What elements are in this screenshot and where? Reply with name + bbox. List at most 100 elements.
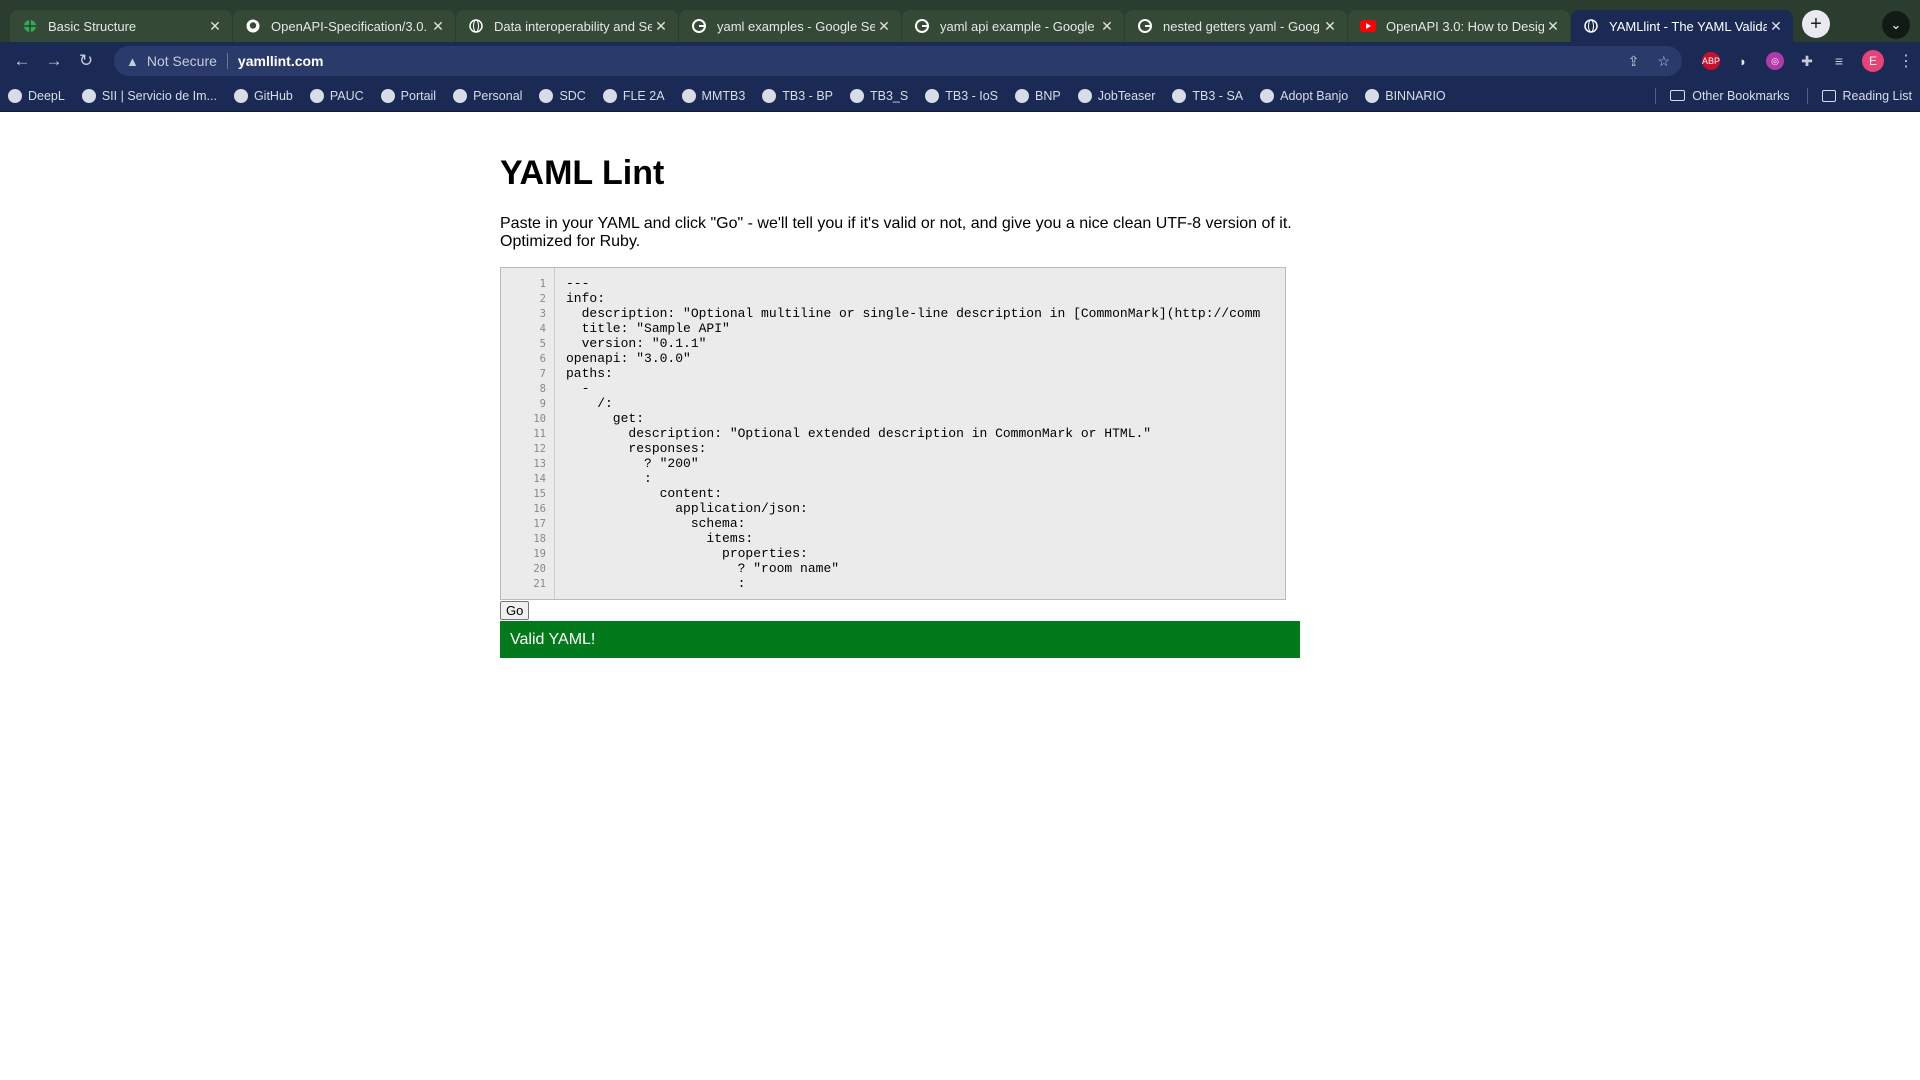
tab-title: Basic Structure: [48, 18, 137, 34]
divider: [1655, 87, 1657, 104]
tab-basic-structure[interactable]: Basic Structure ✕: [10, 10, 232, 42]
other-bookmarks[interactable]: Other Bookmarks: [1670, 89, 1790, 103]
divider: [226, 53, 228, 69]
google-icon: [1137, 18, 1153, 34]
tab-yaml-examples[interactable]: yaml examples - Google Sea ✕: [679, 10, 901, 42]
tab-data-interoperability[interactable]: Data interoperability and Se ✕: [456, 10, 678, 42]
bird-extension-icon[interactable]: ◗: [1734, 52, 1752, 70]
main-content: YAML Lint Paste in your YAML and click "…: [500, 142, 1300, 658]
line-numbers: 1 2 3 4 5 6 7 8 9 10 11 12 13 14 15 16 1…: [501, 268, 555, 599]
bookmark-item[interactable]: SII | Servicio de Im...: [81, 88, 217, 103]
globe-icon: [850, 88, 864, 103]
close-icon[interactable]: ✕: [429, 17, 447, 35]
warning-icon[interactable]: ▲: [126, 54, 139, 69]
bookmark-item[interactable]: FLE 2A: [602, 88, 665, 103]
share-icon[interactable]: ⇪: [1628, 53, 1640, 70]
tab-search-icon[interactable]: ⌄: [1882, 11, 1910, 39]
bookmark-item[interactable]: JobTeaser: [1077, 88, 1155, 103]
new-tab-button[interactable]: +: [1802, 10, 1830, 38]
browser-chrome: Basic Structure ✕ OpenAPI-Specification/…: [0, 0, 1920, 112]
media-queue-icon[interactable]: ≡: [1830, 52, 1848, 70]
green-globe-icon: [22, 18, 38, 34]
bookmark-item[interactable]: TB3 - BP: [762, 88, 833, 103]
back-icon[interactable]: ←: [8, 47, 36, 75]
bookmark-item[interactable]: Personal: [453, 88, 522, 103]
pauc-icon: [309, 88, 324, 103]
deepl-icon: [8, 88, 22, 103]
tab-openapi-spec[interactable]: OpenAPI-Specification/3.0. ✕: [233, 10, 455, 42]
address-bar[interactable]: ▲ Not Secure yamllint.com ⇪ ☆: [114, 46, 1682, 76]
jobteaser-icon: [1077, 88, 1092, 103]
youtube-icon: [1360, 18, 1376, 34]
bookmark-item[interactable]: GitHub: [233, 88, 293, 103]
bookmarks-bar: DeepL SII | Servicio de Im... GitHub PAU…: [0, 80, 1920, 112]
close-icon[interactable]: ✕: [1544, 17, 1562, 35]
browser-toolbar: ← → ↻ ▲ Not Secure yamllint.com ⇪ ☆ ABP …: [0, 42, 1920, 80]
tab-title: OpenAPI-Specification/3.0.: [271, 18, 428, 34]
bnp-icon: [1015, 88, 1030, 103]
bookmark-item[interactable]: SDC: [539, 88, 586, 103]
page-title: YAML Lint: [500, 154, 665, 192]
google-icon: [691, 18, 707, 34]
close-icon[interactable]: ✕: [1098, 17, 1116, 35]
bookmark-item[interactable]: TB3 - SA: [1172, 88, 1243, 103]
tab-title: OpenAPI 3.0: How to Design: [1386, 18, 1544, 34]
page-viewport: YAML Lint Paste in your YAML and click "…: [0, 112, 1920, 1080]
reload-icon[interactable]: ↻: [72, 47, 100, 75]
puzzle-extensions-icon[interactable]: ✚: [1798, 52, 1816, 70]
tab-nested-getters[interactable]: nested getters yaml - Goog ✕: [1125, 10, 1347, 42]
globe-icon: [1260, 88, 1275, 103]
close-icon[interactable]: ✕: [652, 17, 670, 35]
bookmark-star-icon[interactable]: ☆: [1657, 53, 1670, 70]
folder-icon: [1670, 90, 1686, 101]
bookmark-item[interactable]: MMTB3: [681, 88, 745, 103]
tab-title: YAMLlint - The YAML Valida: [1609, 18, 1767, 34]
github-icon: [245, 18, 261, 34]
notion-icon: [453, 88, 468, 103]
bookmark-item[interactable]: TB3_S: [850, 88, 908, 103]
extensions-area: ABP ◗ ◎ ✚ ≡ E ⋮: [1702, 50, 1914, 72]
bookmark-item[interactable]: BINNARIO: [1365, 88, 1446, 103]
tab-title: Data interoperability and Se: [494, 18, 652, 34]
bookmark-item[interactable]: BNP: [1015, 88, 1061, 103]
yaml-editor[interactable]: 1 2 3 4 5 6 7 8 9 10 11 12 13 14 15 16 1…: [500, 267, 1286, 600]
forward-icon[interactable]: →: [40, 47, 68, 75]
adblock-extension-icon[interactable]: ABP: [1702, 52, 1720, 70]
security-label[interactable]: Not Secure: [147, 53, 217, 69]
github-icon: [233, 88, 248, 103]
profile-avatar[interactable]: E: [1862, 50, 1884, 72]
menu-kebab-icon[interactable]: ⋮: [1898, 51, 1914, 71]
bookmark-item[interactable]: Portail: [380, 88, 436, 103]
close-icon[interactable]: ✕: [206, 17, 224, 35]
yaml-code-input[interactable]: --- info: description: "Optional multili…: [555, 268, 1285, 599]
tab-title: yaml api example - Google S: [940, 18, 1098, 34]
close-icon[interactable]: ✕: [875, 17, 893, 35]
go-button[interactable]: Go: [500, 601, 530, 620]
sii-icon: [81, 88, 96, 103]
url-text[interactable]: yamllint.com: [238, 53, 324, 69]
bookmark-item[interactable]: TB3 - IoS: [925, 88, 998, 103]
bookmark-item[interactable]: DeepL: [8, 88, 65, 103]
globe-icon: [925, 88, 940, 103]
binnario-icon: [1365, 88, 1380, 103]
tab-title: nested getters yaml - Goog: [1163, 18, 1320, 34]
globe-icon: [1172, 88, 1187, 103]
tab-yaml-api-example[interactable]: yaml api example - Google S ✕: [902, 10, 1124, 42]
reading-list-icon: [1821, 89, 1836, 102]
bookmark-item[interactable]: PAUC: [309, 88, 364, 103]
circle-extension-icon[interactable]: ◎: [1766, 52, 1784, 70]
power-icon: [681, 88, 696, 103]
reading-list[interactable]: Reading List: [1821, 89, 1912, 103]
close-icon[interactable]: ✕: [1767, 17, 1785, 35]
frog-icon: [602, 88, 617, 103]
tab-title: yaml examples - Google Sea: [717, 18, 875, 34]
tab-openapi-youtube[interactable]: OpenAPI 3.0: How to Design ✕: [1348, 10, 1570, 42]
bookmark-item[interactable]: Adopt Banjo: [1260, 88, 1348, 103]
divider: [1806, 87, 1808, 104]
tab-yamllint[interactable]: YAMLlint - The YAML Valida ✕: [1571, 10, 1793, 42]
close-icon[interactable]: ✕: [1321, 17, 1339, 35]
globe-icon: [1583, 18, 1599, 34]
google-icon: [914, 18, 930, 34]
notion-icon: [539, 88, 554, 103]
globe-icon: [762, 88, 777, 103]
